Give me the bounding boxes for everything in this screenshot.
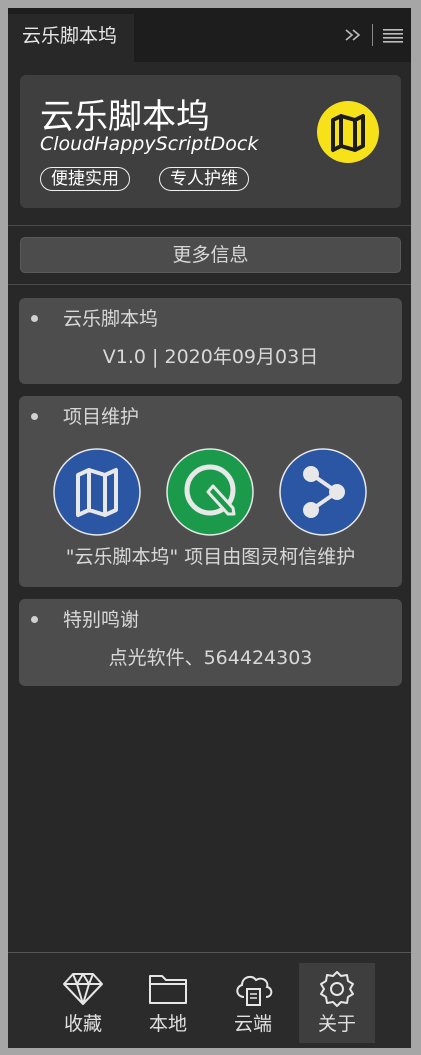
- nav-about-label: 关于: [317, 1013, 356, 1035]
- maintain-card-title: 项目维护: [63, 406, 140, 428]
- share-icon[interactable]: [279, 448, 367, 536]
- folder-icon: [149, 975, 187, 1004]
- badge-icon: [320, 971, 354, 1007]
- script-dock-panel: 云乐脚本坞 云乐脚本坞 CloudHappyScriptDock 便捷实用 专人…: [8, 8, 411, 1048]
- diamond-icon: [63, 973, 103, 1005]
- bullet-icon: [31, 315, 38, 322]
- version-card: 云乐脚本坞 V1.0 | 2020年09月03日: [19, 298, 402, 384]
- nav-favorites[interactable]: 收藏: [45, 963, 121, 1043]
- nav-favorites-label: 收藏: [63, 1013, 102, 1035]
- maintain-info: "云乐脚本坞" 项目由图灵柯信维护: [65, 546, 356, 568]
- double-chevron-icon[interactable]: [344, 28, 362, 42]
- app-title: 云乐脚本坞: [40, 97, 210, 137]
- panel-menu-icon[interactable]: [383, 27, 403, 43]
- tag-convenient: 便捷实用: [40, 167, 130, 191]
- thanks-info: 点光软件、564424303: [108, 647, 313, 669]
- panel-tab-bar: 云乐脚本坞: [8, 8, 411, 62]
- nav-cloud[interactable]: 云端: [215, 963, 291, 1043]
- map-icon[interactable]: [53, 448, 141, 536]
- bottom-nav-bar: 收藏 本地 云端 关于: [8, 952, 411, 1048]
- version-info: V1.0 | 2020年09月03日: [102, 346, 319, 368]
- tab-separator: [372, 24, 373, 46]
- nav-about[interactable]: 关于: [299, 963, 375, 1043]
- bullet-icon: [31, 413, 38, 420]
- thanks-card: 特别鸣谢 点光软件、564424303: [19, 599, 402, 686]
- edit-icon[interactable]: [166, 448, 254, 536]
- divider: [8, 225, 411, 226]
- thanks-card-title: 特别鸣谢: [63, 609, 140, 631]
- cloud-icon: [236, 975, 273, 1006]
- version-card-title: 云乐脚本坞: [63, 308, 159, 330]
- tag-maintained: 专人护维: [159, 167, 249, 191]
- app-subtitle: CloudHappyScriptDock: [40, 133, 259, 155]
- header-card: 云乐脚本坞 CloudHappyScriptDock 便捷实用 专人护维: [20, 75, 401, 208]
- more-info-button[interactable]: 更多信息: [20, 237, 401, 273]
- nav-cloud-label: 云端: [233, 1013, 272, 1035]
- nav-local-label: 本地: [148, 1013, 187, 1035]
- bullet-icon: [31, 616, 38, 623]
- tab-cloud-happy-script-dock[interactable]: 云乐脚本坞: [8, 14, 134, 62]
- app-logo-icon: [317, 101, 379, 163]
- nav-local[interactable]: 本地: [130, 963, 206, 1043]
- divider: [8, 284, 411, 285]
